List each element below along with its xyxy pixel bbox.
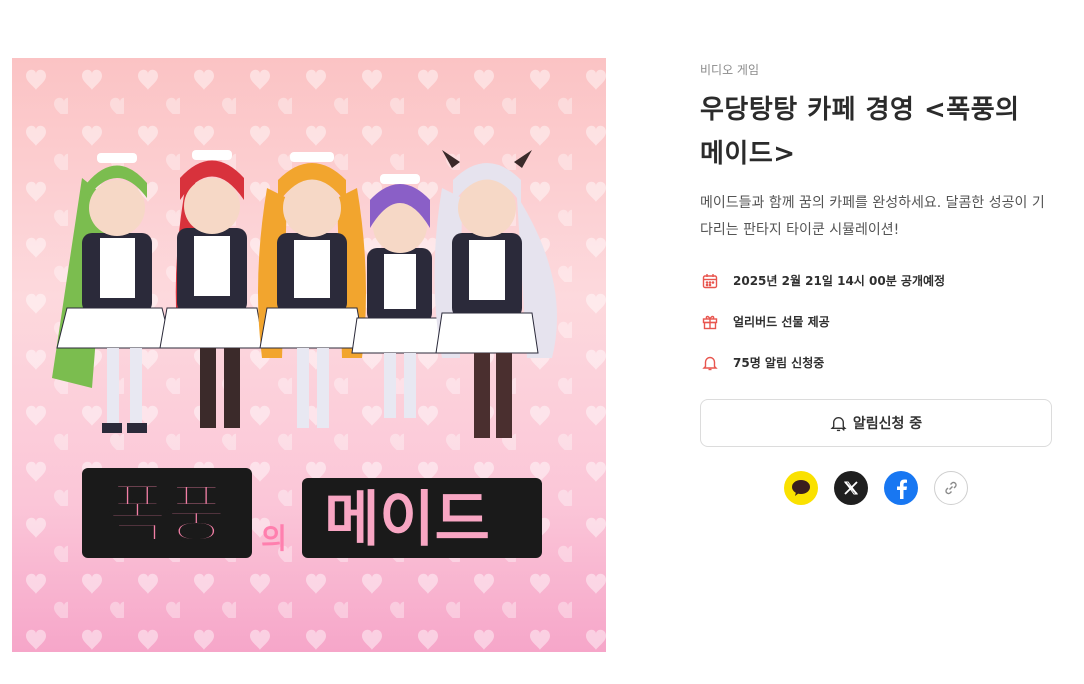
cover-title-part2: 의 xyxy=(261,522,287,555)
notify-button[interactable]: 알림신청 중 xyxy=(700,399,1052,447)
product-description: 메이드들과 함께 꿈의 카페를 완성하세요. 달콤한 성공이 기다리는 판타지 … xyxy=(700,195,1045,238)
bell-ring-icon xyxy=(830,415,847,432)
notify-count-text: 75명 알림 신청중 xyxy=(733,356,825,370)
kakao-icon xyxy=(792,480,810,496)
cover-title-part3: 메이드 xyxy=(324,485,490,555)
x-icon xyxy=(844,481,858,495)
share-buttons xyxy=(784,471,968,505)
category-label: 비디오 게임 xyxy=(700,63,760,77)
release-date-row: 2025년 2월 21일 14시 00분 공개예정 xyxy=(700,260,1052,301)
notify-count-row: 75명 알림 신청중 xyxy=(700,342,1052,383)
facebook-share-button[interactable] xyxy=(884,471,918,505)
notify-button-label: 알림신청 중 xyxy=(852,416,923,432)
game-cover-image: 폭풍 의 메이드 xyxy=(12,58,606,652)
calendar-icon xyxy=(700,271,720,291)
product-meta-list: 2025년 2월 21일 14시 00분 공개예정 얼리버드 선물 제공 75명… xyxy=(700,260,1052,383)
bell-icon xyxy=(700,353,720,373)
early-bird-text: 얼리버드 선물 제공 xyxy=(733,315,830,329)
link-icon xyxy=(945,481,957,495)
facebook-icon xyxy=(897,479,907,499)
product-info-panel: 비디오 게임 우당탕탕 카페 경영 <폭풍의 메이드> 메이드들과 함께 꿈의 … xyxy=(700,60,1052,447)
x-share-button[interactable] xyxy=(834,471,868,505)
product-title: 우당탕탕 카페 경영 <폭풍의 메이드> xyxy=(700,95,1020,169)
copy-link-button[interactable] xyxy=(934,471,968,505)
cover-title-part1: 폭풍 xyxy=(108,478,226,552)
early-bird-row: 얼리버드 선물 제공 xyxy=(700,301,1052,342)
release-date-text: 2025년 2월 21일 14시 00분 공개예정 xyxy=(733,274,946,288)
cover-artwork: 폭풍 의 메이드 xyxy=(12,58,606,652)
cover-title-logo: 폭풍 의 메이드 xyxy=(82,468,542,558)
gift-icon xyxy=(700,312,720,332)
kakaotalk-share-button[interactable] xyxy=(784,471,818,505)
